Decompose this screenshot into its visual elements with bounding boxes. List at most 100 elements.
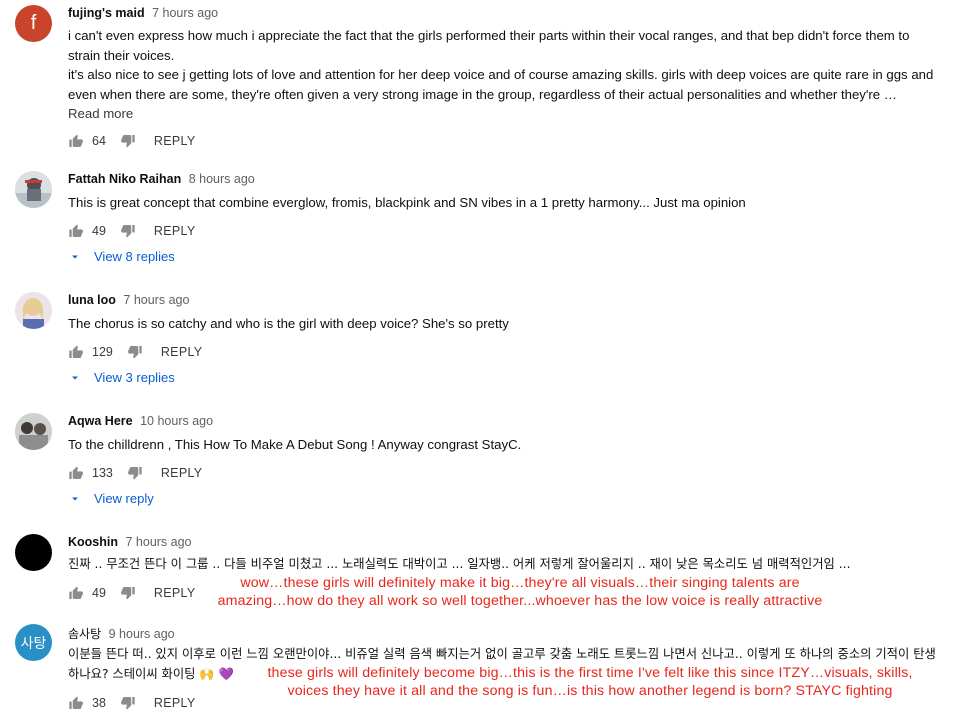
like-count: 49 (92, 586, 106, 600)
like-count: 49 (92, 224, 106, 238)
chevron-down-icon (68, 492, 82, 506)
timestamp[interactable]: 7 hours ago (125, 535, 191, 549)
dislike-button[interactable] (127, 344, 143, 360)
chevron-down-icon (68, 250, 82, 264)
avatar[interactable]: f (15, 5, 52, 42)
avatar[interactable]: 사탕 (15, 624, 52, 661)
like-button[interactable] (68, 344, 84, 360)
comment-fujings-maid: f fujing's maid 7 hours ago i can't even… (0, 0, 960, 160)
emoji: 🙌 💜 (199, 666, 234, 681)
chevron-down-icon (68, 371, 82, 385)
like-button[interactable] (68, 695, 84, 711)
timestamp[interactable]: 10 hours ago (140, 414, 213, 428)
thumb-up-icon (68, 585, 84, 601)
comment-actions: 49 REPLY (68, 222, 195, 240)
comment-header: luna loo 7 hours ago (68, 293, 189, 307)
view-replies-button[interactable]: View reply (68, 491, 154, 506)
translation-line: wow…these girls will definitely make it … (240, 575, 800, 591)
comment-text: 진짜 .. 무조건 뜬다 이 그룹 .. 다들 비주얼 미쳤고 ... 노래실력… (68, 557, 851, 571)
reply-button[interactable]: REPLY (154, 696, 196, 710)
like-button[interactable] (68, 223, 84, 239)
author-name[interactable]: 솜사탕 (68, 627, 101, 641)
thumb-down-icon (120, 585, 136, 601)
like-count: 129 (92, 345, 113, 359)
dislike-button[interactable] (120, 223, 136, 239)
like-button[interactable] (68, 585, 84, 601)
reply-button[interactable]: REPLY (161, 466, 203, 480)
timestamp[interactable]: 7 hours ago (123, 293, 189, 307)
avatar[interactable] (15, 292, 52, 329)
reply-button[interactable]: REPLY (154, 224, 196, 238)
comment-aqwa-here: Aqwa Here 10 hours ago To the chilldrenn… (0, 407, 960, 522)
avatar[interactable] (15, 171, 52, 208)
comment-text: The chorus is so catchy and who is the g… (68, 316, 509, 331)
dislike-button[interactable] (120, 133, 136, 149)
author-name[interactable]: Fattah Niko Raihan (68, 172, 181, 186)
view-replies-button[interactable]: View 3 replies (68, 370, 175, 385)
reply-button[interactable]: REPLY (154, 586, 196, 600)
translation-line: amazing…how do they all work so well tog… (217, 592, 823, 609)
comment-header: 솜사탕 9 hours ago (68, 625, 175, 642)
like-count: 133 (92, 466, 113, 480)
avatar-photo (15, 413, 52, 450)
timestamp[interactable]: 9 hours ago (109, 627, 175, 641)
author-name[interactable]: luna loo (68, 293, 116, 307)
dislike-button[interactable] (120, 585, 136, 601)
translation-annotation: these girls will definitely become big…t… (250, 665, 930, 700)
translation-annotation: wow…these girls will definitely make it … (200, 575, 840, 610)
author-name[interactable]: Aqwa Here (68, 414, 133, 428)
dislike-button[interactable] (127, 465, 143, 481)
comment-header: Kooshin 7 hours ago (68, 535, 192, 549)
thumb-down-icon (120, 133, 136, 149)
like-count: 64 (92, 134, 106, 148)
comment-line: 하나요? 스테이씨 화이팅 (68, 666, 196, 681)
thumb-down-icon (120, 695, 136, 711)
comment-text: To the chilldrenn , This How To Make A D… (68, 437, 522, 452)
timestamp[interactable]: 7 hours ago (152, 6, 218, 20)
comment-text: This is great concept that combine everg… (68, 195, 746, 210)
thumb-down-icon (120, 223, 136, 239)
thumb-up-icon (68, 133, 84, 149)
translation-line: voices they have it all and the song is … (287, 682, 893, 699)
comment-actions: 38 REPLY (68, 694, 195, 712)
reply-button[interactable]: REPLY (161, 345, 203, 359)
avatar[interactable] (15, 413, 52, 450)
thumb-down-icon (127, 344, 143, 360)
author-name[interactable]: fujing's maid (68, 6, 145, 20)
avatar-photo (15, 292, 52, 329)
comment-actions: 49 REPLY (68, 584, 195, 602)
translation-line: these girls will definitely become big…t… (267, 665, 913, 681)
thumb-down-icon (127, 465, 143, 481)
comment-paragraph: 이분들 뜬다 떠.. 있지 이후로 이런 느낌 오랜만이야... 비쥬얼 실력 … (68, 647, 936, 661)
timestamp[interactable]: 8 hours ago (189, 172, 255, 186)
dislike-button[interactable] (120, 695, 136, 711)
reply-button[interactable]: REPLY (154, 134, 196, 148)
like-button[interactable] (68, 465, 84, 481)
comment-actions: 133 REPLY (68, 464, 202, 482)
view-replies-label: View 8 replies (94, 249, 175, 264)
view-replies-label: View 3 replies (94, 370, 175, 385)
avatar-letter: f (30, 12, 37, 34)
thumb-up-icon (68, 344, 84, 360)
view-replies-button[interactable]: View 8 replies (68, 249, 175, 264)
comment-header: Fattah Niko Raihan 8 hours ago (68, 172, 255, 186)
comment-actions: 64 REPLY (68, 132, 195, 150)
avatar-photo (15, 171, 52, 208)
comment-header: fujing's maid 7 hours ago (68, 6, 218, 20)
read-more-link[interactable]: Read more (68, 106, 133, 121)
author-name[interactable]: Kooshin (68, 535, 118, 549)
like-button[interactable] (68, 133, 84, 149)
comment-actions: 129 REPLY (68, 343, 202, 361)
like-count: 38 (92, 696, 106, 710)
thumb-up-icon (68, 223, 84, 239)
avatar-text: 사탕 (20, 635, 47, 652)
thumb-up-icon (68, 465, 84, 481)
view-replies-label: View reply (94, 491, 154, 506)
comment-paragraph: it's also nice to see j getting lots of … (68, 67, 934, 102)
comment-paragraph: i can't even express how much i apprecia… (68, 28, 910, 63)
comment-luna-loo: luna loo 7 hours ago The chorus is so ca… (0, 286, 960, 401)
comment-text: i can't even express how much i apprecia… (68, 26, 938, 104)
comment-header: Aqwa Here 10 hours ago (68, 414, 213, 428)
comment-fattah-niko-raihan: Fattah Niko Raihan 8 hours ago This is g… (0, 165, 960, 280)
avatar[interactable] (15, 534, 52, 571)
